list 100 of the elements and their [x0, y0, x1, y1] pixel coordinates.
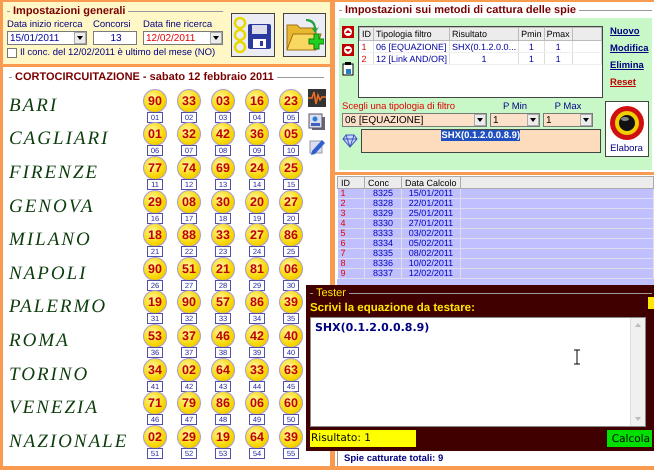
waveform-icon[interactable]	[308, 89, 326, 107]
column-header[interactable]: Conc	[364, 176, 402, 188]
column-header[interactable]: Tipologia filtro	[374, 28, 450, 40]
column-header[interactable]: ID	[338, 176, 364, 188]
checkbox[interactable]	[7, 48, 17, 58]
drawn-number: 33	[245, 358, 269, 382]
number-field[interactable]: 13	[93, 31, 137, 45]
table-cell: 1	[544, 52, 572, 64]
clipboard-icon[interactable]	[342, 62, 354, 76]
column-header[interactable]: Pmin	[518, 28, 544, 40]
dropdown-button[interactable]	[74, 32, 86, 44]
result-label: Risultato: 1	[310, 430, 416, 447]
dropdown-button[interactable]	[210, 32, 222, 44]
table-cell: 1	[450, 52, 519, 64]
table-cell: 1	[518, 52, 544, 64]
down-arrow-icon	[342, 44, 354, 56]
panel-title: Impostazioni sui metodi di cattura delle spie	[345, 4, 576, 16]
save-button[interactable]	[231, 13, 274, 57]
run-button[interactable]: Elabora	[604, 101, 649, 157]
dropdown-button[interactable]	[474, 114, 486, 126]
table-cell: 12 [Link AND/OR]	[374, 52, 450, 64]
column-header[interactable]: Risultato	[450, 28, 519, 40]
wheel-name: GENOVA	[9, 196, 96, 218]
move-down-button[interactable]	[342, 44, 354, 56]
drawn-number: 53	[143, 324, 167, 348]
table-cell: 3	[338, 208, 364, 218]
drawn-number: 20	[245, 190, 269, 214]
action-link[interactable]: Nuovo	[610, 26, 649, 37]
dropdown-button[interactable]	[580, 114, 592, 126]
drawn-number: 06	[245, 391, 269, 416]
table-cell: 2	[338, 198, 364, 208]
drawn-number: 90	[177, 290, 201, 314]
action-link[interactable]: Elimina	[610, 60, 649, 71]
prompt-label: Scrivi la equazione da testare:	[310, 302, 476, 314]
wheel-name: NAZIONALE	[9, 430, 130, 453]
drawn-number: 33	[211, 223, 235, 248]
drawn-number: 42	[211, 122, 235, 146]
drawn-number: 02	[177, 358, 201, 382]
action-link[interactable]: Modifica	[610, 43, 649, 54]
drawn-number: 23	[279, 88, 303, 113]
drawn-number: 51	[177, 256, 201, 281]
action-link[interactable]: Reset	[610, 77, 649, 88]
drawn-number: 57	[211, 290, 235, 314]
table-cell: 1	[544, 40, 572, 52]
drawn-number: 25	[279, 156, 303, 180]
checkbox-label: Il conc. del 12/02/2011 è ultimo del mese (NO)	[20, 47, 216, 58]
column-header[interactable]: ID	[360, 28, 374, 40]
dropdown-field[interactable]: 1	[490, 113, 540, 127]
drawn-number: 90	[143, 88, 167, 113]
dropdown-field[interactable]: 1	[543, 113, 593, 127]
table-cell: 6	[338, 238, 364, 248]
drawn-number: 71	[143, 391, 167, 416]
table-cell: 4	[338, 218, 364, 228]
panel-title: Impostazioni generali	[13, 5, 126, 17]
field-label: Data fine ricerca	[143, 19, 214, 30]
drawn-number: 79	[177, 391, 201, 416]
diamond-icon[interactable]	[342, 134, 358, 148]
calculate-button[interactable]: Calcola	[606, 430, 652, 447]
scrollbar[interactable]	[630, 318, 645, 426]
drawn-number: 02	[143, 424, 167, 449]
drawn-number: 05	[279, 122, 303, 146]
date-field[interactable]: 12/02/2011	[143, 31, 223, 45]
drawn-number: 77	[143, 156, 167, 180]
equation-field[interactable]: SHX(0.1.2.0.0.8.9)	[361, 129, 601, 153]
document-icon[interactable]	[308, 113, 326, 131]
drawn-number: 27	[279, 190, 303, 214]
wheel-name: TORINO	[9, 364, 90, 386]
drawn-number: 36	[245, 122, 269, 146]
table-cell: 1	[338, 188, 364, 198]
equation-input[interactable]: SHX(0.1.2.0.0.8.9)	[310, 317, 646, 427]
column-header[interactable]: Pmax	[544, 28, 572, 40]
field-label: P Max	[554, 101, 582, 112]
drawn-number: 29	[143, 190, 167, 214]
pencil-icon[interactable]	[308, 137, 326, 155]
drawn-number: 01	[143, 122, 167, 146]
ring-icon	[608, 105, 645, 141]
table-cell: 8	[338, 258, 364, 268]
drawn-number: 64	[245, 424, 269, 449]
up-arrow-icon	[342, 26, 354, 38]
drawn-number: 27	[245, 223, 269, 248]
wheel-name: VENEZIA	[9, 397, 100, 420]
drawn-number: 60	[279, 391, 303, 416]
filter-dropdown[interactable]: 06 [EQUAZIONE]	[342, 113, 487, 127]
wheel-name: PALERMO	[9, 296, 108, 318]
dropdown-button[interactable]	[527, 114, 539, 126]
field-label: P Min	[502, 101, 528, 112]
open-folder-button[interactable]	[282, 13, 326, 57]
drawn-number: 39	[279, 424, 303, 449]
drawn-number: 69	[211, 156, 235, 180]
text-cursor-icon	[573, 349, 581, 365]
field-label: Data inizio ricerca	[7, 19, 84, 30]
table-cell: SHX(0.1.2.0.0...	[450, 40, 519, 52]
drawn-number: 08	[177, 190, 201, 214]
wheel-name: ROMA	[9, 330, 71, 352]
date-field[interactable]: 15/01/2011	[7, 31, 87, 45]
move-up-button[interactable]	[342, 26, 354, 38]
drawn-number: 18	[143, 223, 167, 248]
field-label: Scegli una tipologia di filtro	[342, 101, 456, 112]
column-header[interactable]: Data Calcolo	[402, 176, 460, 188]
drawn-number: 64	[211, 358, 235, 382]
